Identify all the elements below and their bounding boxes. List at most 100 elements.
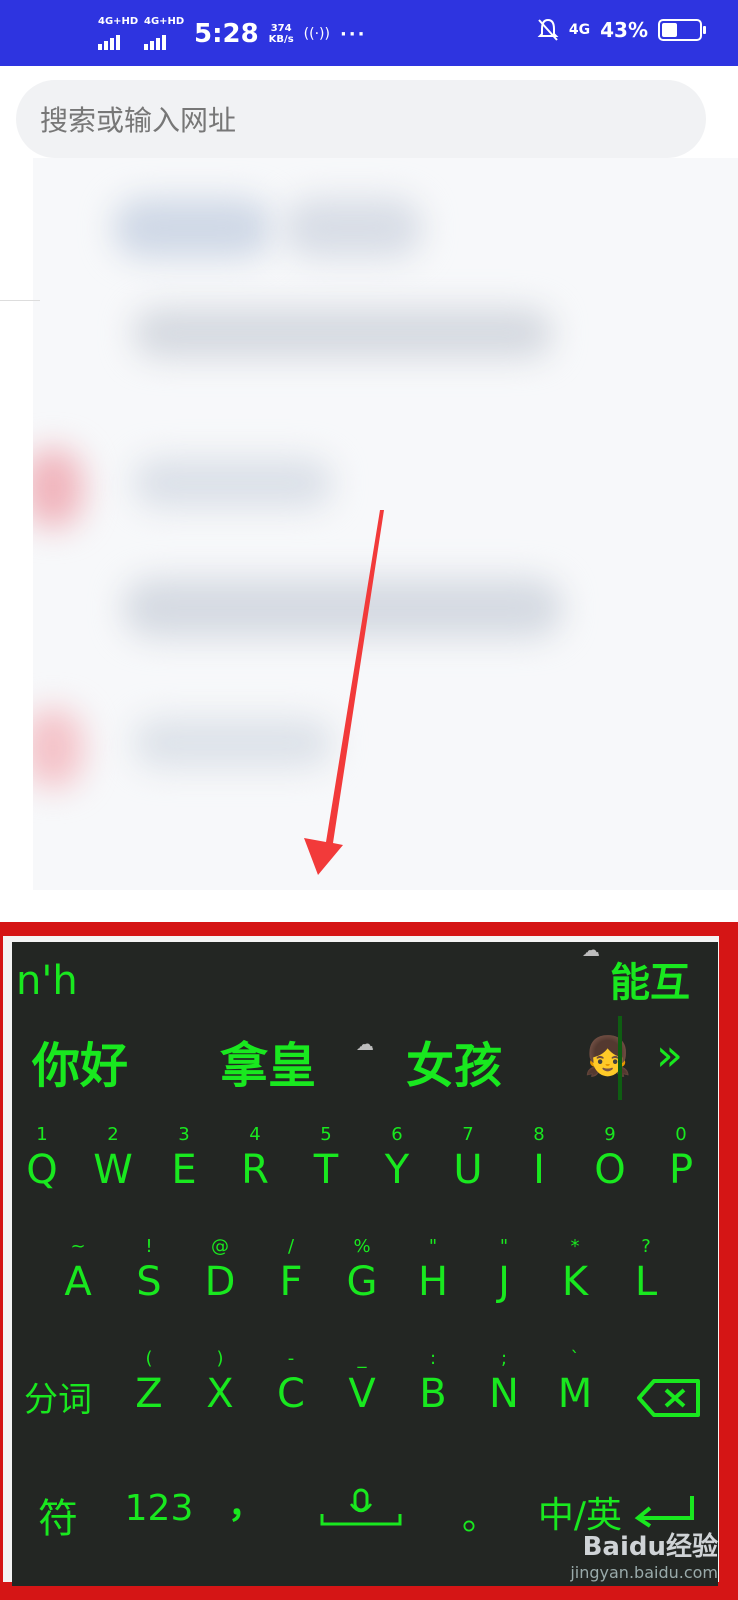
key-g[interactable]: % G xyxy=(330,1236,394,1336)
watermark-brand: Baidu经验 xyxy=(582,1532,718,1562)
key-alt-label: ! xyxy=(145,1236,153,1257)
key-h[interactable]: " H xyxy=(401,1236,465,1336)
watermark-url: jingyan.baidu.com xyxy=(570,1563,718,1582)
symbols-key[interactable]: 符 xyxy=(30,1486,86,1544)
segment-key[interactable]: 分词 xyxy=(18,1372,98,1421)
emoji-candidate[interactable]: 👧 xyxy=(584,1034,631,1079)
key-alt-label: 2 xyxy=(107,1124,119,1145)
key-alt-label: ` xyxy=(570,1348,580,1369)
key-alt-label: 4 xyxy=(249,1124,261,1145)
key-k[interactable]: * K xyxy=(543,1236,607,1336)
key-label: T xyxy=(313,1147,339,1193)
key-label: M xyxy=(557,1371,593,1417)
enter-icon[interactable] xyxy=(632,1492,698,1528)
key-label: I xyxy=(533,1147,545,1193)
key-label: J xyxy=(498,1259,510,1305)
key-alt-label: " xyxy=(428,1236,438,1257)
key-d[interactable]: @ D xyxy=(188,1236,252,1336)
key-alt-label: " xyxy=(499,1236,509,1257)
key-alt-label: 3 xyxy=(178,1124,190,1145)
key-e[interactable]: 3E xyxy=(152,1124,216,1224)
key-label: U xyxy=(453,1147,483,1193)
space-key[interactable] xyxy=(320,1488,402,1528)
cloud-suggestion[interactable]: 能互 xyxy=(610,950,690,1008)
key-alt-label: @ xyxy=(211,1236,229,1257)
key-label: S xyxy=(136,1259,162,1305)
key-alt-label: % xyxy=(353,1236,371,1257)
key-label: N xyxy=(489,1371,519,1417)
cloud-icon: ☁ xyxy=(356,1034,374,1055)
key-alt-label: 9 xyxy=(604,1124,616,1145)
key-o[interactable]: 9O xyxy=(578,1124,642,1224)
cloud-icon: ☁ xyxy=(582,940,600,961)
key-alt-label: - xyxy=(287,1348,295,1369)
key-alt-label: _ xyxy=(357,1348,367,1369)
key-label: W xyxy=(93,1147,133,1193)
candidate-divider xyxy=(618,1016,622,1100)
key-c[interactable]: -C xyxy=(259,1348,323,1448)
key-n[interactable]: ; N xyxy=(472,1348,536,1448)
composing-text: n'h xyxy=(16,958,78,1004)
candidate-2[interactable]: 拿皇 xyxy=(220,1026,316,1096)
key-label: D xyxy=(204,1259,236,1305)
key-label: H xyxy=(417,1259,449,1305)
key-alt-label: 5 xyxy=(320,1124,332,1145)
key-u[interactable]: 7U xyxy=(436,1124,500,1224)
key-alt-label: ~ xyxy=(70,1236,86,1257)
key-label: V xyxy=(348,1371,376,1417)
key-alt-label: ; xyxy=(500,1348,508,1369)
backspace-icon[interactable] xyxy=(636,1378,702,1418)
key-label: G xyxy=(346,1259,378,1305)
key-label: K xyxy=(561,1259,589,1305)
key-alt-label: * xyxy=(570,1236,580,1257)
key-label: B xyxy=(419,1371,447,1417)
key-q[interactable]: 1Q xyxy=(10,1124,74,1224)
key-p[interactable]: 0P xyxy=(649,1124,713,1224)
numbers-key[interactable]: 123 xyxy=(124,1488,194,1529)
key-alt-label: 8 xyxy=(533,1124,545,1145)
key-alt-label: : xyxy=(429,1348,437,1369)
key-t[interactable]: 5T xyxy=(294,1124,358,1224)
key-x[interactable]: ) X xyxy=(188,1348,252,1448)
comma-key[interactable]: ， xyxy=(228,1476,264,1528)
key-label: F xyxy=(279,1259,303,1305)
key-alt-label: 0 xyxy=(675,1124,687,1145)
key-label: R xyxy=(241,1147,269,1193)
key-label: P xyxy=(668,1147,694,1193)
key-w[interactable]: 2W xyxy=(81,1124,145,1224)
candidate-3[interactable]: 女孩 xyxy=(406,1026,502,1096)
key-s[interactable]: ! S xyxy=(117,1236,181,1336)
key-m[interactable]: ` M xyxy=(543,1348,607,1448)
key-alt-label: / xyxy=(287,1236,295,1257)
key-label: O xyxy=(594,1147,626,1193)
key-alt-label: ? xyxy=(641,1236,651,1257)
key-label: L xyxy=(634,1259,658,1305)
microphone-icon xyxy=(353,1488,369,1512)
baidu-watermark: Baidu经验 jingyan.baidu.com xyxy=(570,1526,718,1582)
key-j[interactable]: " J xyxy=(472,1236,536,1336)
key-r[interactable]: 4R xyxy=(223,1124,287,1224)
key-label: Y xyxy=(384,1147,410,1193)
key-i[interactable]: 8I xyxy=(507,1124,571,1224)
key-l[interactable]: ? L xyxy=(614,1236,678,1336)
period-key[interactable]: 。 xyxy=(462,1488,498,1540)
key-label: A xyxy=(64,1259,92,1305)
candidate-1[interactable]: 你好 xyxy=(32,1026,128,1096)
key-label: Z xyxy=(135,1371,163,1417)
key-v[interactable]: _ V xyxy=(330,1348,394,1448)
more-candidates-icon[interactable]: » xyxy=(656,1030,683,1081)
key-label: Q xyxy=(26,1147,58,1193)
key-alt-label: 6 xyxy=(391,1124,403,1145)
key-label: C xyxy=(277,1371,305,1417)
key-z[interactable]: (Z xyxy=(117,1348,181,1448)
key-f[interactable]: / F xyxy=(259,1236,323,1336)
key-label: E xyxy=(171,1147,197,1193)
key-alt-label: 7 xyxy=(462,1124,474,1145)
key-alt-label: ( xyxy=(145,1348,153,1369)
key-alt-label: 1 xyxy=(36,1124,48,1145)
key-alt-label: ) xyxy=(216,1348,224,1369)
key-a[interactable]: ~ A xyxy=(46,1236,110,1336)
key-label: X xyxy=(206,1371,234,1417)
key-y[interactable]: 6Y xyxy=(365,1124,429,1224)
key-b[interactable]: :B xyxy=(401,1348,465,1448)
